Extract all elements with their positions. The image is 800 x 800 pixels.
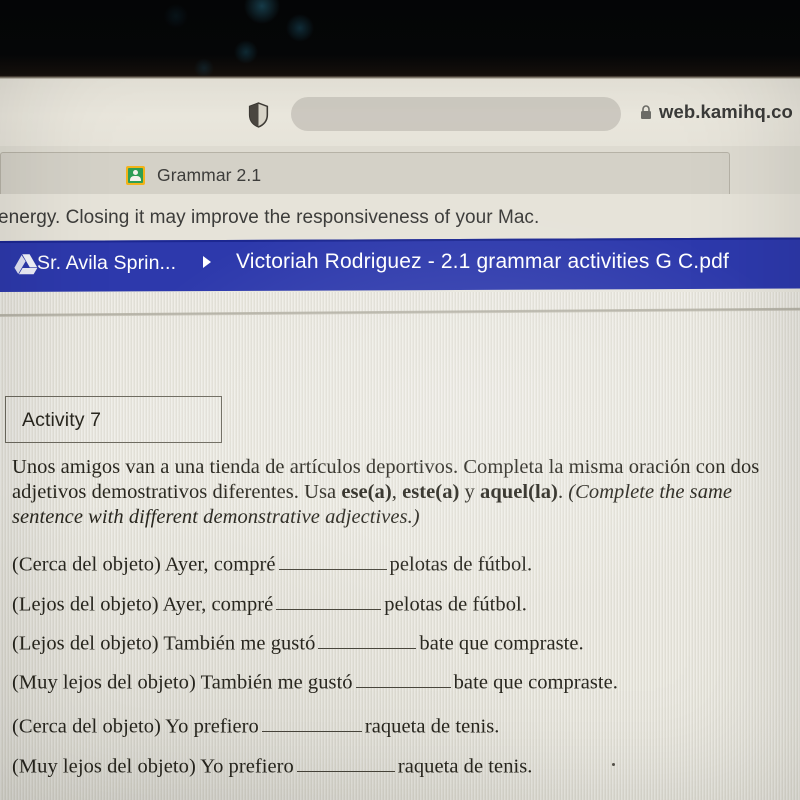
- shield-icon[interactable]: [248, 102, 269, 128]
- chevron-right-icon: [203, 256, 211, 268]
- term-este: este(a): [402, 481, 460, 503]
- question-row: (Muy lejos del objeto) Yo prefiero raquet…: [12, 752, 532, 778]
- activity-instructions: Unos amigos van a una tienda de artículo…: [12, 455, 792, 530]
- question-prompt: (Lejos del objeto) También me gustó: [12, 632, 316, 655]
- address-bar[interactable]: [291, 97, 621, 131]
- question-tail: pelotas de fútbol.: [389, 553, 533, 576]
- question-prompt: (Cerca del objeto) Yo prefiero: [12, 715, 259, 738]
- question-prompt: (Muy lejos del objeto) Yo prefiero: [12, 755, 294, 778]
- instructions-sep2: y: [459, 481, 481, 503]
- screenshot-root: web.kamihq.co Grammar 2.1 energy. Closin…: [0, 0, 800, 800]
- question-row: (Cerca del objeto) Ayer, compré pelotas d…: [12, 550, 532, 576]
- question-prompt: (Lejos del objeto) Ayer, compré: [12, 593, 274, 616]
- document-title[interactable]: Victoriah Rodriguez - 2.1 grammar activi…: [236, 250, 729, 274]
- notification-text: energy. Closing it may improve the respo…: [0, 207, 540, 228]
- term-aquel: aquel(la): [480, 481, 558, 503]
- answer-blank[interactable]: [261, 712, 362, 733]
- instructions-sep1: ,: [391, 481, 403, 503]
- instructions-part2: .: [557, 481, 569, 503]
- question-tail: raqueta de tenis.: [364, 715, 500, 738]
- google-drive-icon[interactable]: [14, 253, 38, 275]
- question-row: (Cerca del objeto) Yo prefiero raqueta de…: [12, 712, 499, 738]
- question-row: (Lejos del objeto) Ayer, compré pelotas d…: [12, 590, 527, 616]
- laptop-bezel-background: [0, 0, 800, 78]
- url-text: web.kamihq.co: [659, 101, 793, 122]
- url-display[interactable]: web.kamihq.co: [640, 101, 793, 123]
- tab-grammar-2-1[interactable]: [0, 152, 730, 194]
- answer-blank[interactable]: [355, 668, 451, 689]
- lock-icon: [640, 104, 652, 120]
- answer-blank[interactable]: [318, 629, 417, 650]
- google-classroom-icon: [126, 166, 145, 185]
- question-tail: bate que compraste.: [453, 671, 618, 694]
- question-row: (Muy lejos del objeto) También me gustó b…: [12, 668, 618, 694]
- stray-mark: [612, 763, 615, 766]
- question-tail: raqueta de tenis.: [397, 755, 533, 778]
- question-tail: bate que compraste.: [419, 632, 584, 655]
- question-prompt: (Cerca del objeto) Ayer, compré: [12, 553, 276, 576]
- question-prompt: (Muy lejos del objeto) También me gustó: [12, 671, 353, 694]
- answer-blank[interactable]: [276, 590, 382, 611]
- drive-folder-label[interactable]: Sr. Avila Sprin...: [37, 252, 176, 275]
- tab-title: Grammar 2.1: [157, 165, 262, 185]
- question-row: (Lejos del objeto) También me gustó bate …: [12, 629, 584, 655]
- question-tail: pelotas de fútbol.: [384, 593, 527, 616]
- answer-blank[interactable]: [296, 752, 395, 773]
- answer-blank[interactable]: [278, 550, 387, 571]
- term-ese: ese(a): [341, 481, 392, 503]
- activity-title: Activity 7: [22, 409, 102, 431]
